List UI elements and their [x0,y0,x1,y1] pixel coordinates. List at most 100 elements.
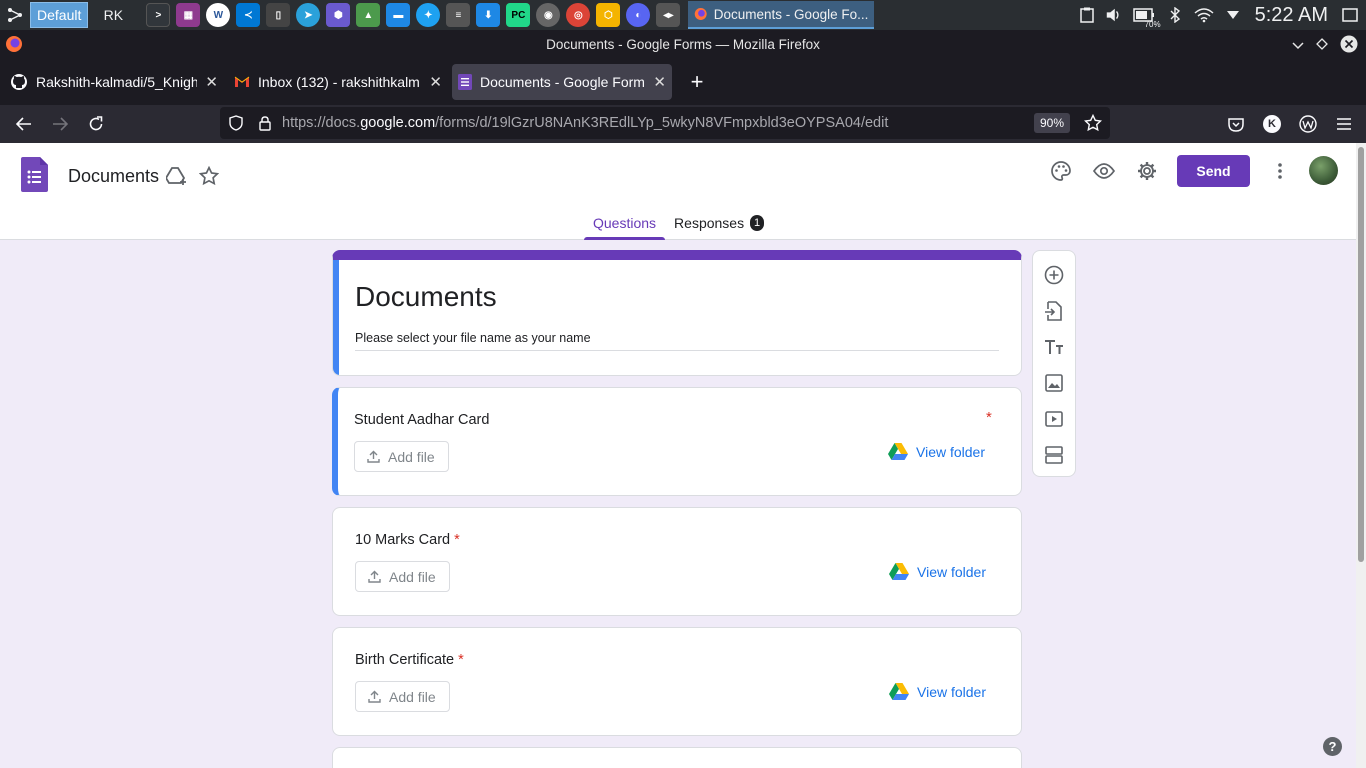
customize-theme-icon[interactable] [1049,159,1073,183]
discord-icon[interactable]: ◐ [626,3,651,27]
page-scrollbar-thumb[interactable] [1358,147,1364,562]
image-viewer-icon[interactable]: ▲ [356,3,381,27]
google-forms-logo-icon[interactable] [21,157,48,197]
virtual-desktop-rk[interactable]: RK [90,2,136,28]
settings-gear-icon[interactable] [1135,159,1159,183]
preview-eye-icon[interactable] [1092,159,1116,183]
tracking-protection-icon[interactable] [220,115,252,131]
chrome-icon[interactable]: ◎ [566,3,591,27]
clock[interactable]: 5:22 AM [1255,4,1328,27]
close-window-icon[interactable] [1340,35,1358,56]
task-manager-icon[interactable]: ≡ [446,3,471,27]
url-domain: google.com [360,115,436,131]
question-card[interactable]: Student Aadhar Card * Add file View fold… [332,387,1022,496]
download-icon[interactable]: ⬇ [476,3,501,27]
show-desktop-icon[interactable] [1342,7,1358,23]
bookmark-star-icon[interactable] [1083,113,1103,136]
lock-icon[interactable] [252,115,278,131]
add-section-icon[interactable] [1042,443,1066,467]
forward-icon[interactable] [42,108,78,140]
account-avatar[interactable] [1309,156,1338,185]
pocket-icon[interactable] [1220,108,1252,140]
document-title[interactable]: Documents [68,166,159,187]
tab-gmail[interactable]: Inbox (132) - rakshithkalm ✕ [228,64,448,100]
app-launcher-icon[interactable] [0,0,30,30]
close-tab-icon[interactable]: ✕ [653,73,666,91]
vscode-icon[interactable]: ≺ [236,3,261,27]
reload-icon[interactable] [78,108,114,140]
question-title[interactable]: Birth Certificate * [355,652,464,668]
battery-icon[interactable]: 70% [1131,7,1161,29]
google-forms-icon [458,74,472,90]
pycharm-icon[interactable]: PC [506,3,531,27]
form-title[interactable]: Documents [355,281,497,313]
new-tab-icon[interactable]: + [682,67,712,97]
menu-hamburger-icon[interactable] [1328,108,1360,140]
question-title[interactable]: Student Aadhar Card [354,412,489,428]
file-icon[interactable]: ▯ [266,3,291,27]
tab-github[interactable]: Rakshith-kalmadi/5_Knight ✕ [4,64,224,100]
google-drive-icon [888,443,908,460]
view-folder-link[interactable]: View folder [889,683,986,700]
back-icon[interactable] [6,108,42,140]
toolbar-right: K [1220,108,1360,140]
terminal-icon[interactable]: > [146,3,171,27]
url-bar[interactable]: https://docs.google.com/forms/d/19lGzrU8… [220,107,1110,139]
question-title[interactable]: 10 Marks Card * [355,532,460,548]
extension-k-icon[interactable]: K [1256,108,1288,140]
close-tab-icon[interactable]: ✕ [205,73,218,91]
folder-icon[interactable]: ▬ [386,3,411,27]
volume-icon[interactable] [1105,7,1121,23]
import-questions-icon[interactable] [1042,299,1066,323]
clipboard-icon[interactable] [1079,7,1095,23]
star-icon[interactable] [197,164,221,188]
telegram-icon[interactable]: ➤ [296,3,321,27]
send-button[interactable]: Send [1177,155,1250,187]
more-options-icon[interactable] [1268,159,1292,183]
view-folder-link[interactable]: View folder [888,443,985,460]
github-icon [11,74,27,90]
google-drive-icon [889,683,909,700]
close-tab-icon[interactable]: ✕ [429,73,442,91]
tab-google-forms[interactable]: Documents - Google Forms ✕ [452,64,672,100]
satellite-icon[interactable]: ◉ [536,3,561,27]
tab-label: Inbox (132) - rakshithkalm [258,74,420,90]
ktorrent-icon[interactable]: ✦ [416,3,441,27]
virtual-desktop-default[interactable]: Default [30,2,89,28]
add-file-button[interactable]: Add file [355,681,450,712]
zoom-indicator[interactable]: 90% [1033,113,1070,133]
add-question-icon[interactable] [1042,263,1066,287]
minimize-icon[interactable] [1292,38,1304,53]
network-tool-icon[interactable]: ⬡ [596,3,621,27]
wifi-icon[interactable] [1193,7,1215,23]
taskbar-firefox-task[interactable]: Documents - Google Fo... [688,1,875,29]
help-icon[interactable]: ? [1323,737,1342,756]
add-video-icon[interactable] [1042,407,1066,431]
required-asterisk: * [986,409,992,426]
maximize-icon[interactable] [1316,38,1328,53]
form-title-card[interactable]: Documents Please select your file name a… [332,250,1022,376]
kdeconnect-icon[interactable]: ◂▸ [656,3,681,27]
view-folder-link[interactable]: View folder [889,563,986,580]
office-icon[interactable]: W [206,3,231,27]
question-card[interactable]: Birth Certificate * Add file View folder [332,627,1022,736]
view-folder-label: View folder [917,563,987,580]
add-title-description-icon[interactable] [1042,335,1066,359]
add-file-button[interactable]: Add file [354,441,449,472]
tray-expand-icon[interactable] [1225,7,1241,23]
url-path: /forms/d/19lGzrU8NAnK3REdlLYp_5wkyN8VFmp… [435,115,889,131]
video-editor-icon[interactable]: ▦ [176,3,201,27]
tab-responses[interactable]: Responses 1 [665,209,773,240]
question-card[interactable]: 10 Marks Card * Add file View folder [332,507,1022,616]
form-description[interactable]: Please select your file name as your nam… [355,331,999,351]
bluetooth-icon[interactable] [1167,7,1183,23]
extension-w-icon[interactable] [1292,108,1324,140]
tab-questions[interactable]: Questions [584,209,666,240]
add-file-button[interactable]: Add file [355,561,450,592]
navigation-toolbar: https://docs.google.com/forms/d/19lGzrU8… [0,105,1366,143]
question-card[interactable] [332,747,1022,768]
kde-panel: Default RK > ▦ W ≺ ▯ ➤ ⬢ ▲ ▬ ✦ ≡ ⬇ PC ◉ … [0,0,1366,30]
add-image-icon[interactable] [1042,371,1066,395]
move-to-drive-icon[interactable] [165,164,189,188]
cube-icon[interactable]: ⬢ [326,3,351,27]
